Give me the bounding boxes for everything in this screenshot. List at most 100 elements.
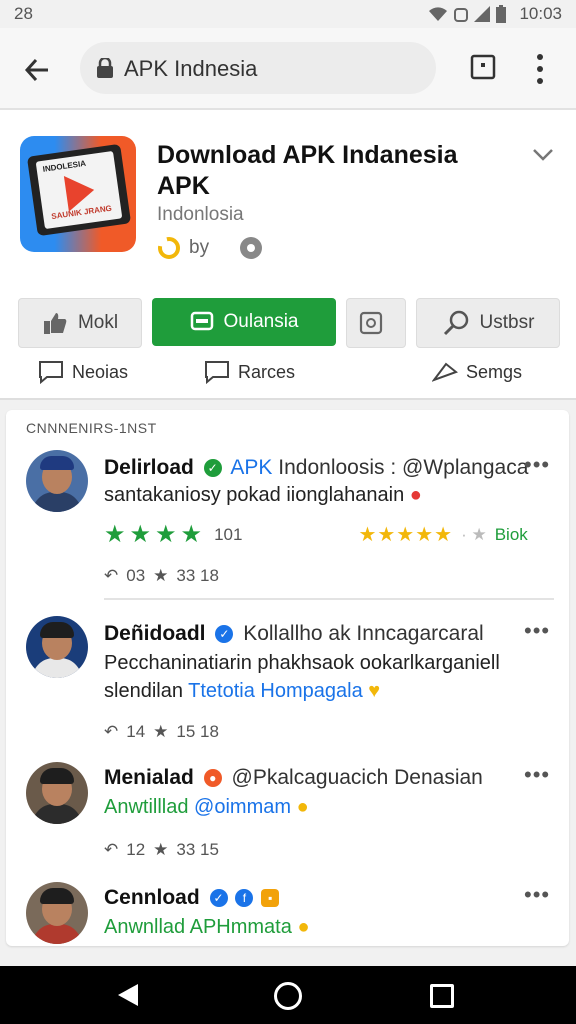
post-text-line: Anwnllad APHmmata xyxy=(104,916,292,938)
download-button-label: Oulansia xyxy=(223,311,299,332)
avatar[interactable] xyxy=(26,616,88,678)
app-icon-label-top: INDOLESIA xyxy=(42,158,87,174)
author-name[interactable]: Cennload xyxy=(104,886,200,909)
post-header: Delirload ✓ APK Indonloosis : @Wplangaca xyxy=(104,456,528,480)
secondary-actions: Neoias Rarces Semgs xyxy=(0,360,576,390)
badge-icon: ▪ xyxy=(261,889,280,907)
reply-icon[interactable]: ↶ xyxy=(104,840,118,860)
nav-home-icon[interactable] xyxy=(274,982,302,1010)
search-icon xyxy=(443,310,468,336)
star-outline-icon: · ★ xyxy=(461,524,487,544)
star-count: 33 15 xyxy=(176,840,219,859)
app-title: Download APK Indanesia APK xyxy=(157,141,458,200)
verified-check-icon: ✓ xyxy=(215,625,234,643)
more-options-icon[interactable]: ••• xyxy=(524,762,550,788)
author-handle[interactable]: APK xyxy=(230,456,272,479)
post-text: Anwnllad APHmmata ● xyxy=(104,916,310,939)
badge-icon: ● xyxy=(203,769,222,787)
signal-icon xyxy=(474,6,490,22)
like-button[interactable]: Mokl xyxy=(18,298,142,348)
search-button[interactable]: Ustbsr xyxy=(416,298,560,348)
info-icon[interactable] xyxy=(239,236,263,260)
post-stats: ↶ 12 ★ 33 15 xyxy=(104,840,219,860)
post-text-plain: slendilan xyxy=(104,680,183,702)
download-icon xyxy=(190,311,213,331)
avatar[interactable] xyxy=(26,762,88,824)
post-divider xyxy=(104,598,554,600)
app-developer: by xyxy=(157,236,263,260)
reply-icon[interactable]: ↶ xyxy=(104,722,118,742)
verified-check-icon: ✓ xyxy=(203,459,222,477)
more-options-icon[interactable]: ••• xyxy=(524,452,550,478)
status-time: 10:03 xyxy=(519,4,562,23)
like-button-label: Mokl xyxy=(77,312,119,333)
author-handle-rest: @Pkalcaguacich Denasian xyxy=(231,766,483,789)
lock-icon xyxy=(97,58,113,78)
back-arrow-icon[interactable] xyxy=(20,52,56,88)
reply-count: 12 xyxy=(126,840,146,859)
reply-count: 14 xyxy=(126,722,146,741)
section-label: CNNNENIRS-1NST xyxy=(26,420,157,436)
comment-icon xyxy=(39,361,63,384)
app-header: INDOLESIA SAUNIK JRANG Download APK Inda… xyxy=(0,110,576,400)
star-icon[interactable]: ★ xyxy=(153,722,168,742)
url-bar[interactable]: APK Indnesia xyxy=(80,42,436,94)
app-icon: INDOLESIA SAUNIK JRANG xyxy=(20,136,136,252)
post-text-second: slendilan Ttetotia Hompagala ♥ xyxy=(104,680,380,703)
post-mention[interactable]: @oimmam xyxy=(194,796,291,818)
status-bar: 28 10:03 xyxy=(0,0,576,28)
post-text: santakaniosy pokad iionglahanain ● xyxy=(104,484,422,507)
browser-toolbar: APK Indnesia xyxy=(0,28,576,110)
settings-action-label: Semgs xyxy=(466,361,523,382)
wifi-icon xyxy=(429,7,447,21)
author-name[interactable]: Deñidoadl xyxy=(104,622,206,645)
download-button[interactable]: Oulansia xyxy=(152,298,336,346)
search-button-label: Ustbsr xyxy=(479,312,535,333)
app-subtitle: Indonlosia xyxy=(157,204,244,225)
reply-count: 03 xyxy=(126,566,146,585)
reply-icon[interactable]: ↶ xyxy=(104,566,118,586)
overflow-menu-icon[interactable] xyxy=(530,52,550,86)
send-icon xyxy=(432,362,458,382)
star-rating-yellow-icon: ★★★★★ xyxy=(358,524,454,546)
app-icon-tablet: INDOLESIA SAUNIK JRANG xyxy=(26,143,132,237)
comments-card: CNNNENIRS-1NST Delirload ✓ APK Indonloos… xyxy=(6,410,569,946)
settings-action[interactable]: Semgs xyxy=(432,360,522,384)
nav-recents-icon[interactable] xyxy=(430,984,454,1008)
post-header: Cennload ✓ f ▪ xyxy=(104,886,283,910)
avatar[interactable] xyxy=(26,450,88,512)
star-rating-icon: ★★★★ xyxy=(104,521,207,548)
post-stats: ↶ 14 ★ 15 18 xyxy=(104,722,219,742)
author-handle-rest: Indonloosis : @Wplangaca xyxy=(278,456,529,479)
more-options-icon[interactable]: ••• xyxy=(524,882,550,908)
post-text: Anwtilllad @oimmam ● xyxy=(104,796,309,819)
tab-switcher-icon[interactable] xyxy=(468,52,498,82)
verified-check-icon: ✓ xyxy=(209,889,228,907)
rating-label: Biok xyxy=(494,524,528,544)
post-stats: ↶ 03 ★ 33 18 xyxy=(104,566,219,586)
thumbs-up-icon xyxy=(43,313,67,334)
author-name[interactable]: Menialad xyxy=(104,766,194,789)
star-icon[interactable]: ★ xyxy=(153,840,168,860)
spinner-icon xyxy=(158,237,180,259)
share-button[interactable] xyxy=(346,298,406,348)
emoji-icon: ● xyxy=(296,796,309,818)
star-icon[interactable]: ★ xyxy=(153,566,168,586)
chevron-down-icon[interactable] xyxy=(532,148,554,162)
alarm-icon xyxy=(454,8,468,22)
news-action[interactable]: Neoias xyxy=(38,360,128,384)
emoji-icon: ● xyxy=(297,916,310,938)
url-text: APK Indnesia xyxy=(124,56,258,81)
heart-emoji-icon: ♥ xyxy=(368,680,381,702)
author-name[interactable]: Delirload xyxy=(104,456,194,479)
avatar[interactable] xyxy=(26,882,88,944)
share-box-icon xyxy=(359,311,383,335)
post-header: Menialad ● @Pkalcaguacich Denasian xyxy=(104,766,483,790)
more-options-icon[interactable]: ••• xyxy=(524,618,550,644)
app-icon-screen: INDOLESIA SAUNIK JRANG xyxy=(35,150,123,230)
post-link[interactable]: Ttetotia Hompagala xyxy=(188,680,363,702)
post-text-green: Anwtilllad xyxy=(104,796,189,818)
nav-back-icon[interactable] xyxy=(118,984,138,1006)
status-icons xyxy=(428,5,506,23)
rarces-action[interactable]: Rarces xyxy=(204,360,295,384)
